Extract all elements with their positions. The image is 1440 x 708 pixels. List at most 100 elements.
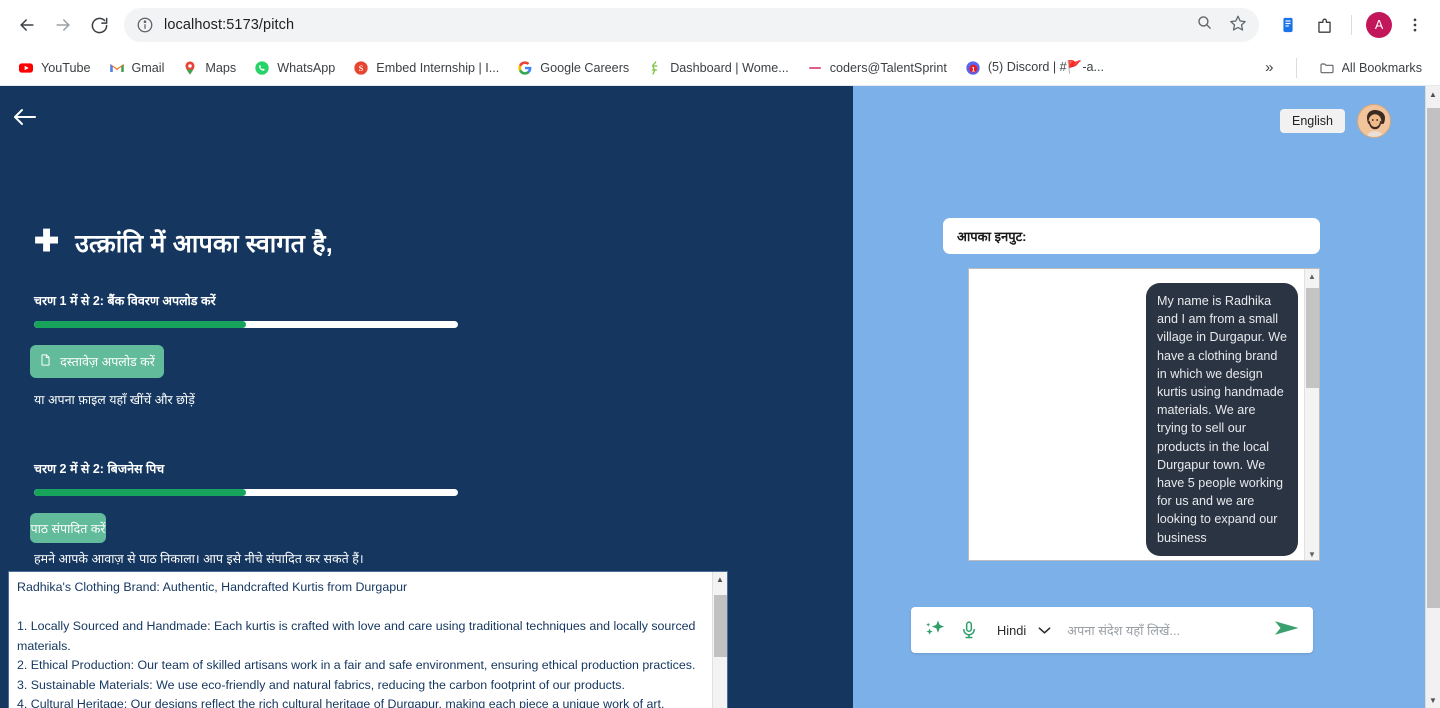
discord-icon: 1 [965,60,981,76]
bookmark-discord[interactable]: 1 (5) Discord | #🚩-a... [957,56,1112,80]
embed-icon: S [353,60,369,76]
pitch-textarea[interactable]: Radhika's Clothing Brand: Authentic, Han… [9,572,714,708]
profile-initial: A [1366,12,1392,38]
composer-language-select[interactable]: Hindi [997,623,1051,638]
page-scrollbar[interactable]: ▲ ▼ [1425,86,1440,708]
chat-scroll-down-icon[interactable]: ▼ [1305,547,1320,560]
chat-scroll-track[interactable] [1305,284,1320,547]
pitch-left-panel: ✚ उत्क्रांति में आपका स्वागत है, चरण 1 म… [0,86,853,708]
step1-label: चरण 1 में से 2: बैंक विवरण अपलोड करें [34,294,216,308]
bookmarks-bar-right: » All Bookmarks [1257,56,1430,80]
chat-scrollbar[interactable]: ▲ ▼ [1304,269,1320,560]
upload-file-icon [39,353,52,370]
gmail-icon [109,60,125,76]
message-input[interactable] [1067,622,1263,638]
back-button[interactable] [10,8,44,42]
avatar[interactable] [1357,104,1391,138]
youtube-icon [18,60,34,76]
bookmark-label: coders@TalentSprint [829,60,947,75]
extensions-icon[interactable] [1309,10,1339,40]
page-scroll-thumb[interactable] [1426,108,1440,608]
dashboard-icon [647,60,663,76]
bookmark-whatsapp[interactable]: WhatsApp [246,56,343,80]
bookmark-coders-talentsprint[interactable]: coders@TalentSprint [799,56,955,80]
chevron-down-icon[interactable] [1038,623,1051,638]
maps-icon [182,60,198,76]
page-back-arrow-icon[interactable] [10,104,44,134]
edit-text-button[interactable]: पाठ संपादित करें [30,513,106,543]
search-icon[interactable] [1196,14,1213,36]
chat-messages-window[interactable]: My name is Radhika and I am from a small… [968,268,1320,561]
sparkle-icon[interactable] [923,617,949,643]
send-icon[interactable] [1273,618,1301,643]
whatsapp-icon [254,60,270,76]
svg-text:S: S [359,64,364,73]
address-bar[interactable]: localhost:5173/pitch [124,8,1259,42]
reading-list-icon[interactable] [1273,10,1303,40]
url-text: localhost:5173/pitch [164,17,295,33]
bookmark-label: Google Careers [540,60,630,75]
page-scroll-up-icon[interactable]: ▲ [1426,86,1440,102]
chat-header: English [1280,104,1391,138]
bookmark-label: WhatsApp [277,60,336,75]
step2-label: चरण 2 में से 2: बिजनेस पिच [34,462,165,476]
bookmark-label: YouTube [41,60,91,75]
composer-language-value: Hindi [997,622,1027,638]
bookmarks-bar: YouTube Gmail Maps WhatsApp S Embed Inte… [0,50,1440,86]
message-composer: Hindi [911,607,1313,653]
browser-window: localhost:5173/pitch A YouTube Gmail Map… [0,0,1440,708]
welcome-header: ✚ उत्क्रांति में आपका स्वागत है, [34,226,333,260]
site-info-icon[interactable] [136,16,154,34]
all-bookmarks-button[interactable]: All Bookmarks [1311,56,1430,80]
language-badge[interactable]: English [1280,109,1345,133]
profile-button[interactable]: A [1364,10,1394,40]
bookmark-label: Gmail [131,60,165,75]
edit-text-label: पाठ संपादित करें [30,521,106,536]
bookmarks-overflow-icon[interactable]: » [1257,59,1281,76]
scroll-up-icon[interactable]: ▲ [713,572,728,587]
chat-right-panel: English आपका इनपुट: My name is Radhika a… [853,86,1425,708]
pitch-textarea-container[interactable]: Radhika's Clothing Brand: Authentic, Han… [8,571,728,708]
chat-message-english: My name is Radhika and I am from a small… [1146,283,1298,556]
pitch-textarea-scrollbar[interactable]: ▲ ▼ [712,572,727,708]
forward-button[interactable] [46,8,80,42]
your-input-label-box: आपका इनपुट: [943,218,1320,254]
chrome-menu-icon[interactable] [1400,10,1430,40]
page-scroll-down-icon[interactable]: ▼ [1426,692,1440,708]
page-viewport: ✚ उत्क्रांति में आपका स्वागत है, चरण 1 म… [0,86,1440,708]
toolbar-extras: A [1269,10,1430,40]
extracted-text-hint: हमने आपके आवाज़ से पाठ निकाला। आप इसे नी… [34,552,364,566]
talentsprint-icon [807,60,823,76]
plus-icon: ✚ [34,225,60,258]
bookmark-label: Dashboard | Wome... [670,60,789,75]
your-input-label: आपका इनपुट: [957,229,1027,244]
bookmark-star-icon[interactable] [1229,14,1247,37]
page-title: उत्क्रांति में आपका स्वागत है, [75,230,333,258]
scroll-thumb[interactable] [713,595,727,657]
reload-button[interactable] [82,8,116,42]
bookmark-label: Embed Internship | I... [376,60,500,75]
bookmark-dashboard-women[interactable]: Dashboard | Wome... [639,56,797,80]
chat-scroll-up-icon[interactable]: ▲ [1305,269,1320,284]
step1-progress-fill [34,321,246,328]
bookmark-embed-internship[interactable]: S Embed Internship | I... [345,56,507,80]
bookmark-youtube[interactable]: YouTube [10,56,99,80]
bookmark-label: (5) Discord | #🚩-a... [987,60,1105,74]
folder-icon [1319,60,1335,76]
page-scroll-track[interactable] [1426,102,1440,692]
bookmark-gmail[interactable]: Gmail [101,56,173,80]
bookmark-maps[interactable]: Maps [174,56,244,80]
bookmark-google-careers[interactable]: Google Careers [509,56,637,80]
toolbar-divider [1351,15,1352,35]
upload-document-label: दस्तावेज़ अपलोड करें [60,355,155,369]
all-bookmarks-label: All Bookmarks [1341,60,1422,75]
upload-document-button[interactable]: दस्तावेज़ अपलोड करें [30,345,164,378]
chat-scroll-thumb[interactable] [1305,288,1319,388]
chat-messages-list: My name is Radhika and I am from a small… [969,269,1306,560]
microphone-icon[interactable] [959,619,979,641]
step1-progress-bar [34,321,458,328]
bookmark-label: Maps [205,60,237,75]
bookmarks-divider [1295,57,1297,78]
drop-file-hint: या अपना फ़ाइल यहाँ खींचें और छोड़ें [34,393,195,407]
scroll-track[interactable] [713,587,728,708]
